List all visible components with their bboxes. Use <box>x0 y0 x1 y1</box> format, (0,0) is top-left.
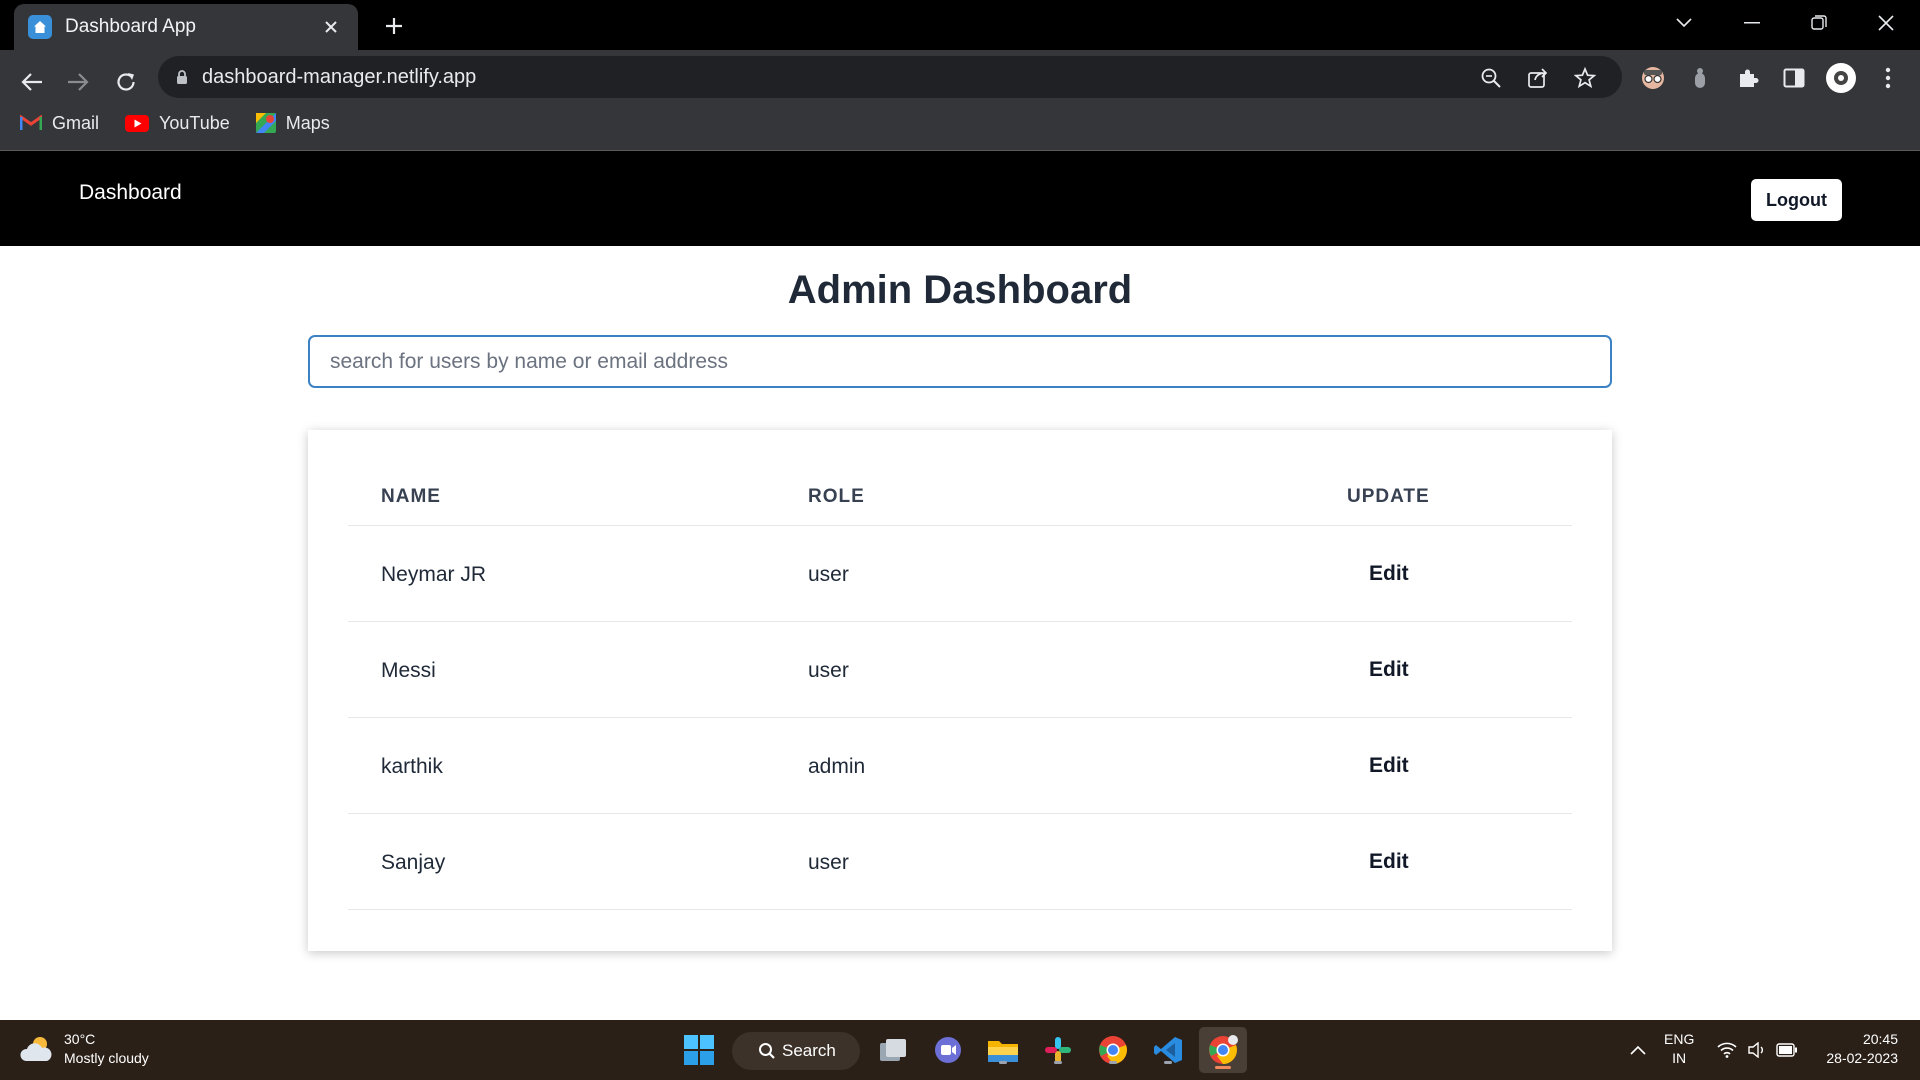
edit-button[interactable]: Edit <box>1369 850 1409 874</box>
running-indicator <box>999 1061 1007 1064</box>
bookmark-maps[interactable]: Maps <box>255 112 330 134</box>
running-indicator <box>1164 1061 1172 1064</box>
table-row: Sanjay user Edit <box>348 814 1572 910</box>
tab-search-chevron-icon[interactable] <box>1662 8 1706 38</box>
vscode-icon[interactable] <box>1150 1032 1186 1068</box>
header-name: NAME <box>381 486 441 507</box>
user-name: Neymar JR <box>381 563 487 586</box>
user-name: Messi <box>381 659 436 682</box>
browser-tab[interactable]: Dashboard App <box>14 4 358 50</box>
taskbar-search-label: Search <box>782 1041 836 1060</box>
bookmarks-bar: Gmail YouTube Maps <box>0 108 336 138</box>
user-role: admin <box>808 755 866 778</box>
language-line1: ENG <box>1664 1031 1695 1047</box>
table-header: NAME ROLE UPDATE <box>348 454 1572 526</box>
new-tab-icon[interactable] <box>380 12 408 40</box>
chrome-icon[interactable] <box>1095 1032 1131 1068</box>
bookmark-youtube[interactable]: YouTube <box>125 113 230 134</box>
running-indicator <box>1054 1061 1062 1064</box>
url-text: dashboard-manager.netlify.app <box>202 65 477 88</box>
page-title: Admin Dashboard <box>787 268 1133 312</box>
back-arrow-icon[interactable] <box>14 64 50 100</box>
share-icon[interactable] <box>1525 65 1551 91</box>
gmail-icon <box>20 115 42 131</box>
slack-icon[interactable] <box>1040 1032 1076 1068</box>
close-tab-icon[interactable] <box>318 14 344 40</box>
table-row: Neymar JR user Edit <box>348 526 1572 622</box>
tab-title: Dashboard App <box>65 16 196 37</box>
table-row: Messi user Edit <box>348 622 1572 718</box>
app-navbar: Dashboard Logout <box>0 150 1920 246</box>
close-window-icon[interactable] <box>1864 8 1908 38</box>
weather-temp: 30°C <box>64 1031 96 1047</box>
language-line2: IN <box>1672 1050 1687 1066</box>
edit-button[interactable]: Edit <box>1369 658 1409 682</box>
user-name: Sanjay <box>381 851 446 874</box>
edit-button[interactable]: Edit <box>1369 562 1409 586</box>
clock[interactable]: 20:45 28-02-2023 <box>1818 1030 1898 1068</box>
app-brand-link[interactable]: Dashboard <box>79 181 182 205</box>
address-bar[interactable]: dashboard-manager.netlify.app <box>158 56 1622 98</box>
incognito-extension-icon[interactable] <box>1638 63 1668 93</box>
user-name: karthik <box>381 755 443 778</box>
forward-arrow-icon[interactable] <box>60 64 96 100</box>
users-table: NAME ROLE UPDATE Neymar JR user Edit Mes… <box>348 454 1572 910</box>
header-update: UPDATE <box>1347 486 1430 507</box>
cloudy-weather-icon <box>20 1034 54 1064</box>
weather-widget[interactable]: 30°C Mostly cloudy <box>20 1030 149 1068</box>
volume-icon[interactable] <box>1746 1040 1768 1060</box>
bookmark-gmail[interactable]: Gmail <box>20 113 99 134</box>
wifi-icon[interactable] <box>1716 1040 1738 1060</box>
file-explorer-icon[interactable] <box>985 1032 1021 1068</box>
running-indicator <box>1109 1061 1117 1064</box>
bookmark-star-icon[interactable] <box>1572 65 1598 91</box>
profile-avatar-icon[interactable] <box>1826 63 1856 93</box>
extension-icon[interactable] <box>1685 63 1715 93</box>
windows-start-icon[interactable] <box>681 1032 717 1068</box>
edit-button[interactable]: Edit <box>1369 754 1409 778</box>
show-hidden-icons-chevron-icon[interactable] <box>1627 1040 1649 1060</box>
lock-icon[interactable] <box>176 69 188 85</box>
taskbar-search[interactable]: Search <box>732 1032 860 1070</box>
bookmark-label: Gmail <box>52 112 100 133</box>
clock-date: 28-02-2023 <box>1826 1050 1898 1066</box>
minimize-icon[interactable] <box>1730 8 1774 38</box>
clock-time: 20:45 <box>1862 1031 1898 1047</box>
home-icon <box>28 15 52 39</box>
maps-icon <box>255 113 276 133</box>
reload-icon[interactable] <box>108 64 144 100</box>
active-indicator <box>1215 1066 1231 1069</box>
task-view-icon[interactable] <box>875 1032 911 1068</box>
puzzle-icon[interactable] <box>1733 63 1763 93</box>
table-row: karthik admin Edit <box>348 718 1572 814</box>
header-role: ROLE <box>808 486 865 507</box>
weather-desc: Mostly cloudy <box>64 1050 149 1066</box>
side-panel-icon[interactable] <box>1779 63 1809 93</box>
battery-icon[interactable] <box>1776 1040 1798 1060</box>
search-input[interactable] <box>308 335 1612 388</box>
teams-chat-icon[interactable] <box>930 1032 966 1068</box>
user-role: user <box>808 851 849 874</box>
chrome-active-icon[interactable] <box>1199 1027 1247 1073</box>
logout-button[interactable]: Logout <box>1751 179 1842 221</box>
windows-taskbar: 30°C Mostly cloudy Search ENG IN 20:45 2… <box>0 1020 1920 1080</box>
users-table-card: NAME ROLE UPDATE Neymar JR user Edit Mes… <box>308 430 1612 951</box>
user-role: user <box>808 563 849 586</box>
browser-tab-strip: Dashboard App <box>0 0 1920 50</box>
zoom-icon[interactable] <box>1478 65 1504 91</box>
restore-icon[interactable] <box>1797 8 1841 38</box>
language-indicator[interactable]: ENG IN <box>1664 1030 1694 1068</box>
user-role: user <box>808 659 849 682</box>
bookmark-label: Maps <box>285 112 330 133</box>
more-menu-icon[interactable] <box>1873 63 1903 93</box>
youtube-icon <box>125 114 150 132</box>
bookmark-label: YouTube <box>159 112 230 133</box>
search-icon <box>758 1042 782 1060</box>
